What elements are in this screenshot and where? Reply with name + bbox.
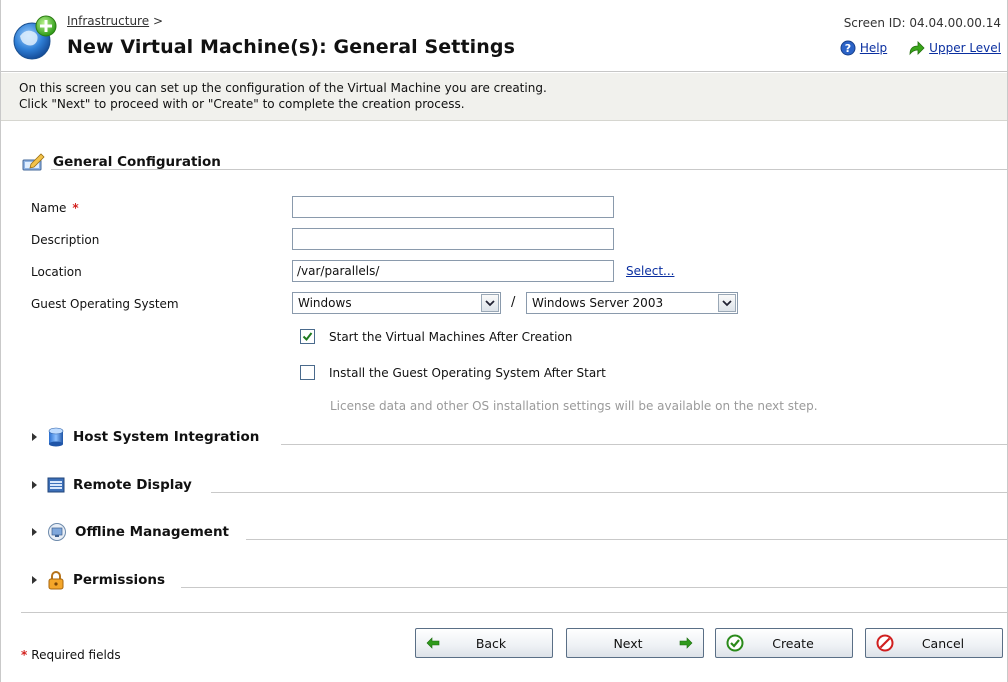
back-button[interactable]: Back <box>415 628 553 658</box>
guest-os-version-value: Windows Server 2003 <box>532 296 664 310</box>
offline-management-icon <box>48 523 66 541</box>
chevron-down-icon <box>718 294 736 312</box>
breadcrumb-separator: > <box>152 14 164 28</box>
footer-divider <box>21 612 1007 613</box>
description-input[interactable] <box>292 228 614 250</box>
description-line-1: On this screen you can set up the config… <box>19 81 547 95</box>
help-icon: ? <box>840 40 856 56</box>
page-title: New Virtual Machine(s): General Settings <box>67 36 515 58</box>
cancel-icon <box>876 634 894 652</box>
general-configuration-title: General Configuration <box>53 154 221 170</box>
check-circle-icon <box>726 634 744 652</box>
breadcrumb: Infrastructure > <box>67 14 163 28</box>
host-system-integration-title: Host System Integration <box>73 429 260 445</box>
section-remote-display[interactable]: Remote Display <box>21 474 1007 496</box>
description-label: Description <box>31 233 100 247</box>
start-after-creation-row[interactable]: Start the Virtual Machines After Creatio… <box>300 329 572 344</box>
arrow-left-icon <box>426 637 440 649</box>
upper-level-link-label: Upper Level <box>929 41 1001 55</box>
install-guest-os-label: Install the Guest Operating System After… <box>329 365 606 380</box>
help-link[interactable]: ? Help <box>840 40 887 56</box>
help-link-label: Help <box>859 41 888 55</box>
cancel-button-label: Cancel <box>921 635 965 651</box>
svg-text:?: ? <box>845 42 851 55</box>
page-header: Infrastructure > New Virtual Machine(s):… <box>1 0 1007 72</box>
os-separator: / <box>511 295 516 310</box>
start-after-creation-checkbox[interactable] <box>300 329 315 344</box>
remote-display-icon <box>47 477 65 493</box>
section-divider <box>211 492 1007 493</box>
name-input[interactable] <box>292 196 614 218</box>
section-general-configuration: General Configuration <box>21 151 1007 173</box>
back-button-label: Back <box>475 635 507 651</box>
expand-arrow-icon <box>32 528 37 536</box>
guest-os-family-select[interactable]: Windows <box>292 292 501 314</box>
section-divider <box>281 444 1007 445</box>
general-configuration-icon <box>22 153 45 171</box>
location-input[interactable] <box>292 260 614 282</box>
new-vm-logo-icon <box>13 15 57 60</box>
section-permissions[interactable]: Permissions <box>21 569 1007 591</box>
screen-id: Screen ID: 04.04.00.00.14 <box>843 16 1001 30</box>
required-fields-note: * Required fields <box>21 648 121 662</box>
start-after-creation-label: Start the Virtual Machines After Creatio… <box>329 329 573 344</box>
expand-arrow-icon <box>32 433 37 441</box>
install-guest-os-checkbox[interactable] <box>300 365 315 380</box>
section-divider <box>246 539 1007 540</box>
create-button-label: Create <box>772 635 814 651</box>
remote-display-title: Remote Display <box>73 477 192 493</box>
guest-os-label: Guest Operating System <box>31 297 179 311</box>
chevron-down-icon <box>481 294 499 312</box>
checkmark-icon <box>302 332 313 342</box>
required-fields-text: Required fields <box>31 648 121 662</box>
section-divider <box>181 587 1007 588</box>
cancel-button[interactable]: Cancel <box>865 628 1003 658</box>
section-offline-management[interactable]: Offline Management <box>21 521 1007 543</box>
breadcrumb-infrastructure-link[interactable]: Infrastructure <box>67 14 149 28</box>
permissions-title: Permissions <box>73 572 166 588</box>
location-label: Location <box>31 265 82 279</box>
name-label-text: Name <box>31 201 67 215</box>
expand-arrow-icon <box>32 481 37 489</box>
window-frame: Infrastructure > New Virtual Machine(s):… <box>0 0 1008 682</box>
guest-os-version-select[interactable]: Windows Server 2003 <box>526 292 738 314</box>
host-integration-icon <box>48 427 64 447</box>
offline-management-title: Offline Management <box>75 524 230 540</box>
header-links: ? Help Upper Level <box>840 40 1001 56</box>
description-line-2: Click "Next" to proceed with or "Create"… <box>19 97 465 111</box>
name-label: Name * <box>31 201 79 215</box>
name-required-mark: * <box>72 201 79 215</box>
guest-os-family-value: Windows <box>298 296 352 310</box>
install-guest-os-row[interactable]: Install the Guest Operating System After… <box>300 365 606 380</box>
section-host-system-integration[interactable]: Host System Integration <box>21 426 1007 448</box>
section-divider <box>51 169 1007 170</box>
arrow-right-icon <box>679 637 693 649</box>
expand-arrow-icon <box>32 576 37 584</box>
install-hint: License data and other OS installation s… <box>330 399 818 413</box>
next-button[interactable]: Next <box>566 628 704 658</box>
create-button[interactable]: Create <box>715 628 853 658</box>
upper-level-arrow-icon <box>909 41 925 56</box>
location-select-link[interactable]: Select... <box>626 264 674 278</box>
upper-level-link[interactable]: Upper Level <box>907 40 1001 56</box>
lock-icon <box>48 571 64 590</box>
screen-description: On this screen you can set up the config… <box>1 73 1007 121</box>
next-button-label: Next <box>613 635 643 651</box>
required-star: * <box>21 648 28 662</box>
